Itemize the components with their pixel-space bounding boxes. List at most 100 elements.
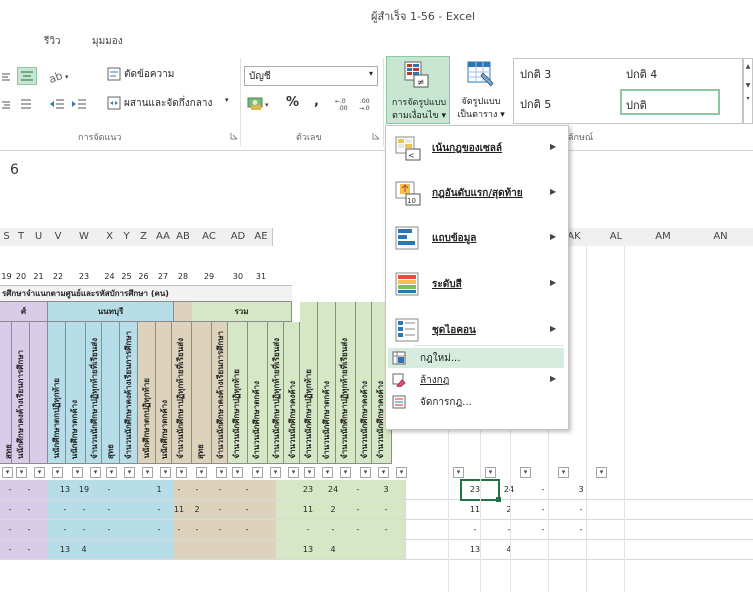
style-normal[interactable]: ปกติ [620, 89, 720, 115]
cell-value[interactable]: - [0, 485, 20, 497]
increase-indent-icon[interactable] [70, 96, 88, 112]
cell-value[interactable]: 2 [188, 505, 206, 517]
wrap-text-button[interactable]: ตัดข้อความ [107, 66, 187, 82]
filter-dropdown-icon[interactable]: ▾ [124, 467, 135, 478]
filter-dropdown-icon[interactable]: ▾ [396, 467, 407, 478]
cell-value[interactable]: - [94, 505, 124, 517]
decrease-decimal-button[interactable]: .00 →.0 [358, 96, 378, 112]
decrease-indent-icon[interactable] [48, 96, 66, 112]
column-header-am[interactable]: AM [638, 228, 689, 247]
cell-value[interactable]: - [56, 505, 74, 517]
cell-value[interactable]: - [20, 505, 38, 517]
cell-value[interactable]: 13 [56, 545, 74, 557]
cell-value[interactable]: 2 [320, 505, 346, 517]
cell-value[interactable]: 13 [460, 545, 490, 557]
cell-value[interactable]: - [170, 525, 188, 537]
cell-value[interactable] [232, 545, 262, 557]
cell-value[interactable]: - [208, 485, 232, 497]
column-header-aa[interactable]: AA [152, 228, 175, 247]
cell-value[interactable]: - [150, 505, 168, 517]
cell-value[interactable]: - [208, 525, 232, 537]
conditional-formatting-button[interactable]: ≠ การจัดรูปแบบ ตามเงื่อนไข ▾ [386, 56, 450, 124]
menu-item-manage-rules[interactable]: จัดการกฎ... [388, 392, 564, 412]
cell-value[interactable]: - [56, 525, 74, 537]
cell-value[interactable]: - [566, 525, 596, 537]
cell-value[interactable]: - [170, 485, 188, 497]
filter-dropdown-icon[interactable]: ▾ [196, 467, 207, 478]
column-header-u[interactable]: U [29, 228, 49, 247]
cell-value[interactable] [170, 545, 188, 557]
currency-button[interactable]: ▾ [246, 95, 272, 113]
percent-button[interactable]: % [286, 95, 299, 110]
align-left-icon[interactable] [0, 70, 12, 84]
column-header-ac[interactable]: AC [192, 228, 227, 247]
scroll-up-icon[interactable]: ▲ [744, 63, 752, 70]
align-center-button[interactable] [17, 67, 37, 85]
column-header-w[interactable]: W [67, 228, 102, 247]
cell-value[interactable]: - [528, 525, 558, 537]
cell-value[interactable] [566, 545, 596, 557]
cell-value[interactable]: - [566, 505, 596, 517]
cell-value[interactable]: - [372, 505, 400, 517]
justify-icon[interactable] [18, 96, 34, 112]
fill-handle[interactable] [496, 497, 501, 502]
cell-value[interactable] [346, 545, 370, 557]
column-header-an[interactable]: AN [688, 228, 753, 247]
cell-value[interactable]: - [0, 525, 20, 537]
cell-value[interactable] [94, 545, 124, 557]
cell-value[interactable]: - [232, 485, 262, 497]
cell-value[interactable]: 3 [372, 485, 400, 497]
filter-dropdown-icon[interactable]: ▾ [485, 467, 496, 478]
filter-dropdown-icon[interactable]: ▾ [2, 467, 13, 478]
column-header-al[interactable]: AL [594, 228, 639, 247]
column-header-ad[interactable]: AD [226, 228, 251, 247]
cell-value[interactable]: - [346, 525, 370, 537]
cell-value[interactable]: - [528, 505, 558, 517]
cell-value[interactable]: - [528, 485, 558, 497]
filter-dropdown-icon[interactable]: ▾ [558, 467, 569, 478]
cell-value[interactable] [528, 545, 558, 557]
menu-item-top-bottom[interactable]: 10 กฎอันดับแรก/สุดท้าย ▶ [386, 175, 566, 211]
cell-value[interactable]: 4 [320, 545, 346, 557]
filter-dropdown-icon[interactable]: ▾ [106, 467, 117, 478]
filter-dropdown-icon[interactable]: ▾ [252, 467, 263, 478]
tab-view[interactable]: มุมมอง [92, 34, 123, 49]
increase-decimal-button[interactable]: ←.0.00 [334, 96, 354, 112]
cell-value[interactable]: - [346, 485, 370, 497]
cell-value[interactable]: - [232, 525, 262, 537]
cell-value[interactable]: 4 [494, 545, 524, 557]
menu-item-icon-sets[interactable]: ชุดไอคอน ▶ [386, 312, 566, 348]
menu-item-data-bars[interactable]: แถบข้อมูล ▶ [386, 220, 566, 256]
cell-value[interactable]: - [0, 505, 20, 517]
cell-value[interactable]: - [94, 525, 124, 537]
style-normal-4[interactable]: ปกติ 4 [626, 65, 657, 83]
filter-dropdown-icon[interactable]: ▾ [232, 467, 243, 478]
menu-item-highlight-rules[interactable]: < เน้นกฎของเซลล์ ▶ [386, 130, 566, 166]
cell-value[interactable]: 23 [296, 485, 320, 497]
merge-center-button[interactable]: ผสานและจัดกึ่งกลาง ▾ [107, 95, 237, 111]
format-as-table-button[interactable]: จัดรูปแบบ เป็นตาราง ▾ [452, 56, 510, 124]
dialog-launcher-icon[interactable] [230, 132, 238, 140]
filter-dropdown-icon[interactable]: ▾ [378, 467, 389, 478]
column-header-t[interactable]: T [13, 228, 30, 247]
cell-value[interactable]: 1 [150, 485, 168, 497]
menu-item-clear-rules[interactable]: ล้างกฎ ▶ [388, 370, 564, 390]
cell-value[interactable]: 11 [296, 505, 320, 517]
column-header-y[interactable]: Y [118, 228, 136, 247]
cell-value[interactable]: - [296, 525, 320, 537]
gallery-more-icon[interactable]: ▾ [744, 95, 752, 102]
cell-value[interactable]: 11 [460, 505, 490, 517]
filter-dropdown-icon[interactable]: ▾ [160, 467, 171, 478]
style-normal-3[interactable]: ปกติ 3 [520, 65, 551, 83]
cell-value[interactable]: 11 [170, 505, 188, 517]
cell-value[interactable]: - [494, 525, 524, 537]
filter-dropdown-icon[interactable]: ▾ [322, 467, 333, 478]
cell-value[interactable] [208, 545, 232, 557]
filter-dropdown-icon[interactable]: ▾ [520, 467, 531, 478]
orientation-icon[interactable]: ab ▾ [47, 68, 72, 86]
menu-item-color-scales[interactable]: ระดับสี ▶ [386, 266, 566, 302]
cell-value[interactable] [188, 545, 206, 557]
column-header-v[interactable]: V [48, 228, 69, 247]
filter-dropdown-icon[interactable]: ▾ [596, 467, 607, 478]
cell-value[interactable]: - [320, 525, 346, 537]
